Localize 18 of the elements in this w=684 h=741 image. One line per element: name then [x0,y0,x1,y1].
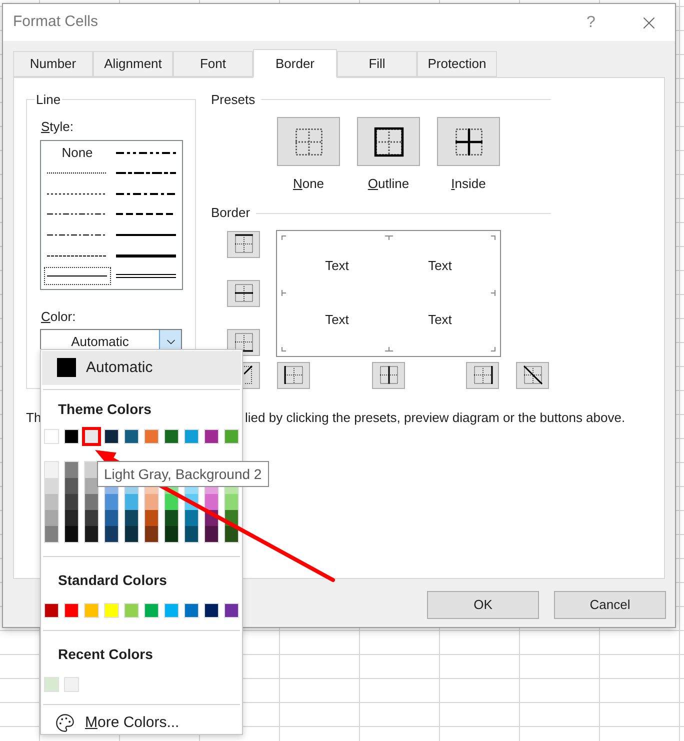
preview-text: Text [427,257,453,275]
tooltip: Light Gray, Background 2 [97,461,269,487]
menu-section-title: Recent Colors [57,644,154,664]
preset-label: None [292,175,324,193]
section-title: Border [211,204,250,222]
preview-text: Text [324,257,350,275]
field-label: Color: [40,308,77,326]
section-title: Presets [211,90,256,109]
preview-text: Text [324,311,350,329]
group-title: Line [35,92,62,107]
info-text: lied by clicking the presets, preview diagram or the buttons above. [245,409,626,427]
field-label: Style: [40,118,75,136]
preset-label: Outline [368,175,410,193]
window-title: Format Cells [13,12,98,32]
preview-text: Text [427,311,453,329]
preset-label: Inside [451,175,486,193]
menu-section-title: Standard Colors [57,570,168,590]
menu-section-title: Theme Colors [57,400,152,419]
